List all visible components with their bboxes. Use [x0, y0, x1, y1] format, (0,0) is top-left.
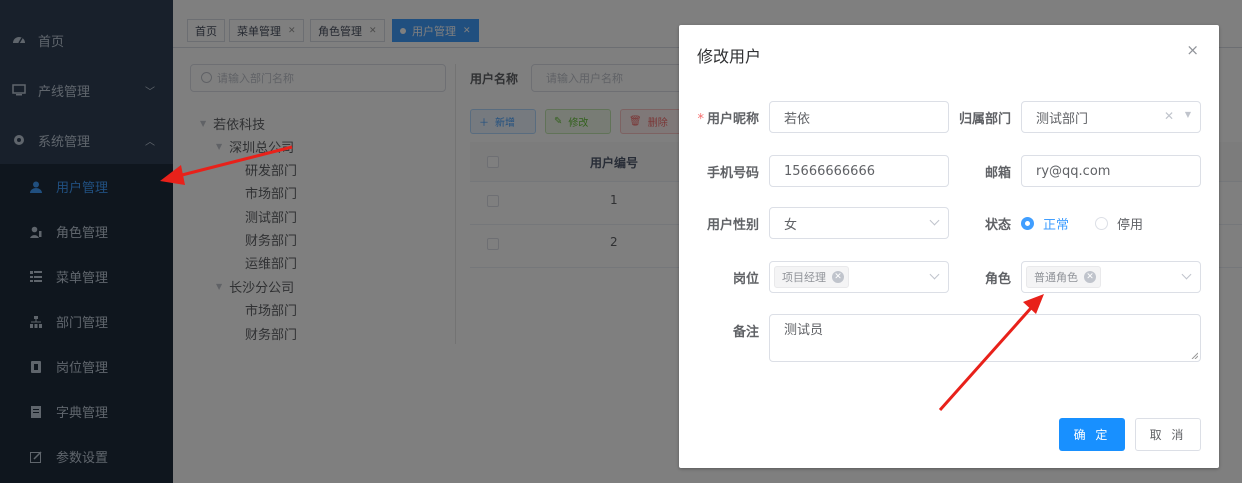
- status-label: 状态: [984, 218, 1011, 233]
- dept-value: 测试部门: [1036, 111, 1089, 127]
- confirm-button[interactable]: 确 定: [1059, 418, 1125, 451]
- remark-value: 测试员: [784, 323, 824, 338]
- tag-label: 普通角色: [1034, 271, 1078, 284]
- tag-label: 项目经理: [782, 271, 826, 284]
- chevron-down-icon: [1181, 269, 1192, 280]
- nickname-label-text: 用户昵称: [706, 112, 759, 127]
- nickname-value: 若依: [784, 111, 811, 127]
- chevron-down-icon: [929, 269, 940, 280]
- close-icon[interactable]: ✕: [832, 271, 844, 283]
- cancel-button[interactable]: 取 消: [1135, 418, 1201, 451]
- resize-handle-icon[interactable]: [1191, 352, 1198, 359]
- phone-field[interactable]: 15666666666: [769, 155, 949, 187]
- remark-label: 备注: [732, 325, 759, 340]
- nickname-label: * 用户昵称: [697, 108, 759, 127]
- status-radio-disabled[interactable]: 停用: [1095, 214, 1143, 233]
- phone-label: 手机号码: [706, 166, 759, 181]
- role-tag: 普通角色 ✕: [1026, 266, 1101, 288]
- radio-label: 正常: [1043, 218, 1070, 233]
- role-label: 角色: [984, 272, 1011, 287]
- required-asterisk: *: [697, 112, 704, 127]
- nickname-field[interactable]: 若依: [769, 101, 949, 133]
- sex-value: 女: [784, 217, 798, 233]
- close-icon[interactable]: ×: [1186, 41, 1199, 59]
- chevron-down-icon: [929, 215, 940, 226]
- radio-checked-icon: [1021, 217, 1034, 230]
- radio-label: 停用: [1117, 218, 1144, 233]
- close-icon[interactable]: ✕: [1084, 271, 1096, 283]
- sex-select[interactable]: 女: [769, 207, 949, 239]
- caret-down-icon: ▼: [1184, 110, 1191, 119]
- post-select[interactable]: 项目经理 ✕: [769, 261, 949, 293]
- email-value: ry@qq.com: [1036, 163, 1111, 179]
- dept-label: 归属部门: [958, 112, 1011, 127]
- post-tag: 项目经理 ✕: [774, 266, 849, 288]
- post-label: 岗位: [732, 272, 759, 287]
- dialog-title: 修改用户: [697, 47, 762, 66]
- email-label: 邮箱: [984, 166, 1011, 181]
- role-select[interactable]: 普通角色 ✕: [1021, 261, 1201, 293]
- status-radio-normal[interactable]: 正常: [1021, 214, 1069, 233]
- remark-textarea[interactable]: 测试员: [769, 314, 1201, 362]
- radio-unchecked-icon: [1095, 217, 1108, 230]
- email-field[interactable]: ry@qq.com: [1021, 155, 1201, 187]
- phone-value: 15666666666: [784, 163, 875, 179]
- sex-label: 用户性别: [706, 218, 759, 233]
- edit-user-dialog: 修改用户 × * 用户昵称 若依 归属部门 测试部门 ✕ ▼ 手机号码 15666…: [679, 25, 1219, 468]
- dept-select[interactable]: 测试部门 ✕ ▼: [1021, 101, 1201, 133]
- clear-icon[interactable]: ✕: [1164, 109, 1174, 123]
